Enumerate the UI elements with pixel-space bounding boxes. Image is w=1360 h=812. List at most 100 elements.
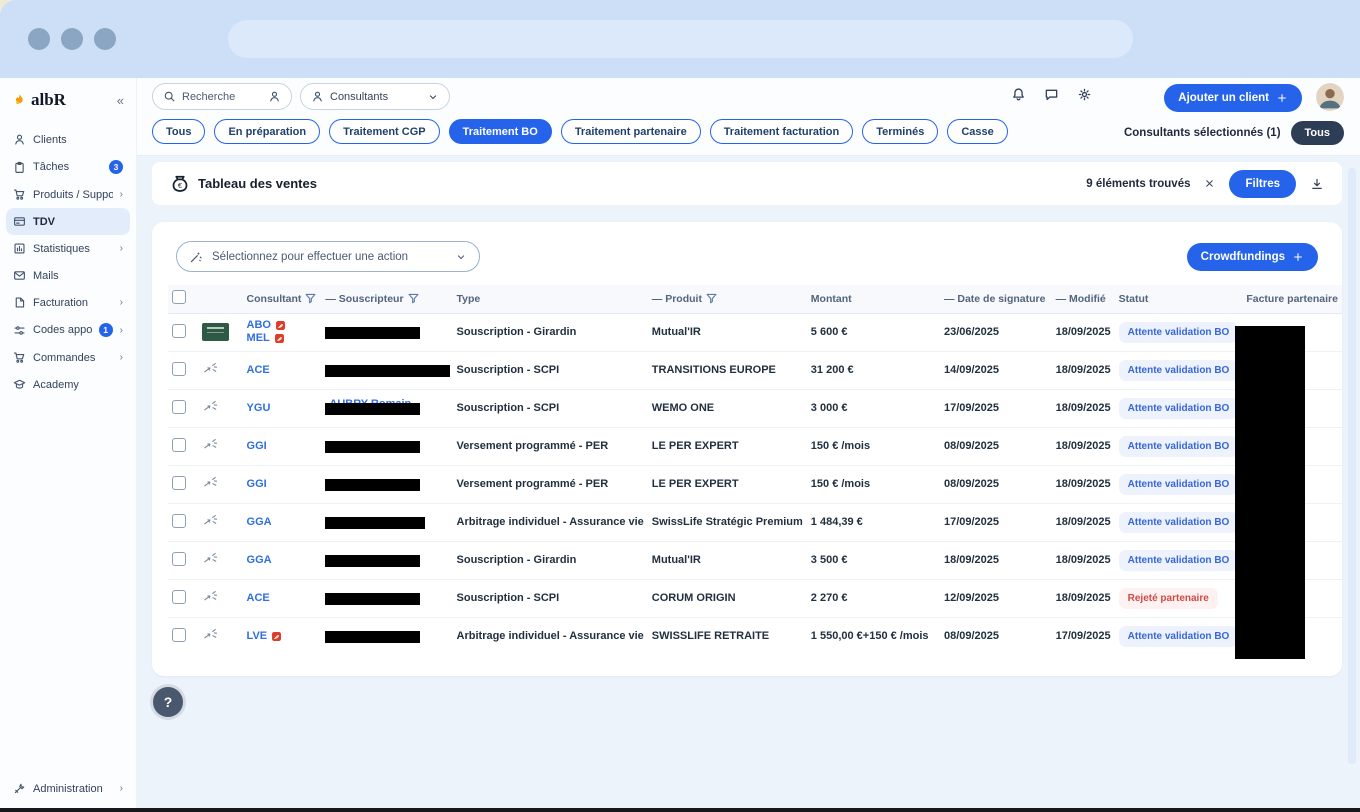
window-controls[interactable]: [28, 28, 116, 50]
produit-cell: WEMO ONE: [648, 389, 807, 427]
consultant-code-link[interactable]: GGI: [247, 478, 318, 491]
row-checkbox[interactable]: [172, 514, 186, 528]
filter-funnel-icon[interactable]: [705, 292, 718, 305]
scope-select[interactable]: Consultants: [300, 83, 450, 110]
column-header-consultant[interactable]: Consultant: [243, 285, 322, 313]
sidebar-item-administration[interactable]: Administration ›: [6, 775, 130, 802]
row-checkbox[interactable]: [172, 324, 186, 338]
download-icon[interactable]: [1310, 177, 1324, 191]
selected-all-button[interactable]: Tous: [1291, 121, 1344, 145]
montant-cell: 150 € /mois: [807, 427, 940, 465]
column-header-produit[interactable]: — Produit: [648, 285, 807, 313]
produit-cell: LE PER EXPERT: [648, 465, 807, 503]
search-box[interactable]: [152, 83, 292, 110]
filter-funnel-icon[interactable]: [407, 292, 420, 305]
count-badge: 1: [99, 323, 113, 337]
sidebar-item-academy[interactable]: Academy: [6, 371, 130, 398]
sketch-avatar-icon: [202, 550, 220, 568]
type-cell: Arbitrage individuel - Assurance vie: [453, 503, 648, 541]
filters-button[interactable]: Filtres: [1229, 170, 1296, 198]
filter-tab-tous[interactable]: Tous: [152, 119, 205, 144]
consultant-code-link[interactable]: GGI: [247, 440, 318, 453]
app-logo[interactable]: albR «: [0, 78, 136, 120]
column-header-souscripteur[interactable]: — Souscripteur: [321, 285, 452, 313]
row-checkbox[interactable]: [172, 552, 186, 566]
window-control-dot[interactable]: [94, 28, 116, 50]
window-control-dot[interactable]: [28, 28, 50, 50]
table-row[interactable]: LVE Arbitrage individuel - Assurance vie…: [168, 617, 1342, 655]
chevron-right-icon: ›: [120, 297, 123, 308]
crowdfundings-button[interactable]: Crowdfundings: [1187, 243, 1318, 271]
sidebar-item-commandes[interactable]: Commandes ›: [6, 344, 130, 371]
sidebar-item-mails[interactable]: Mails: [6, 262, 130, 289]
row-checkbox[interactable]: [172, 476, 186, 490]
row-checkbox[interactable]: [172, 590, 186, 604]
clear-filters-icon[interactable]: [1204, 178, 1215, 189]
montant-cell: 2 270 €: [807, 579, 940, 617]
pdf-icon[interactable]: [275, 320, 286, 331]
consultant-code-link[interactable]: ACE: [247, 364, 318, 377]
consultant-code-link[interactable]: ABO: [247, 319, 318, 332]
table-row[interactable]: GGA Arbitrage individuel - Assurance vie…: [168, 503, 1342, 541]
row-checkbox[interactable]: [172, 362, 186, 376]
date-signature-cell: 08/09/2025: [940, 465, 1052, 503]
consultant-code-link[interactable]: GGA: [247, 554, 318, 567]
filter-tab-traitement-bo[interactable]: Traitement BO: [449, 119, 552, 144]
select-all-checkbox[interactable]: [172, 290, 186, 304]
sales-table-card: Sélectionnez pour effectuer une action C…: [152, 222, 1342, 676]
search-input[interactable]: [182, 91, 254, 103]
filter-tab-termin-s[interactable]: Terminés: [862, 119, 938, 144]
consultant-code-link[interactable]: GGA: [247, 516, 318, 529]
count-badge: 3: [109, 160, 123, 174]
pdf-icon[interactable]: [271, 631, 282, 642]
column-header-modifi-[interactable]: — Modifié: [1052, 285, 1115, 313]
browser-address-bar[interactable]: [228, 20, 1133, 58]
type-cell: Souscription - SCPI: [453, 351, 648, 389]
help-button[interactable]: ?: [153, 687, 183, 717]
modifie-cell: 18/09/2025: [1052, 465, 1115, 503]
modifie-cell: 18/09/2025: [1052, 579, 1115, 617]
table-row[interactable]: ACE Souscription - SCPI CORUM ORIGIN 2 2…: [168, 579, 1342, 617]
notifications-icon[interactable]: [1011, 87, 1026, 102]
window-control-dot[interactable]: [61, 28, 83, 50]
settings-icon[interactable]: [1077, 87, 1092, 102]
filter-tab-traitement-partenaire[interactable]: Traitement partenaire: [561, 119, 701, 144]
table-row[interactable]: ACE Souscription - SCPI TRANSITIONS EURO…: [168, 351, 1342, 389]
sidebar-item-facturation[interactable]: Facturation ›: [6, 289, 130, 316]
column-header-date-de-signature[interactable]: — Date de signature: [940, 285, 1052, 313]
consultant-code-link[interactable]: MEL: [247, 332, 318, 345]
row-checkbox[interactable]: [172, 628, 186, 642]
user-avatar[interactable]: [1316, 83, 1344, 111]
table-row[interactable]: GGI Versement programmé - PER LE PER EXP…: [168, 427, 1342, 465]
pdf-icon[interactable]: [274, 333, 285, 344]
magic-wand-icon: [189, 250, 203, 264]
filter-tab-traitement-facturation[interactable]: Traitement facturation: [710, 119, 854, 144]
scrollbar[interactable]: [1348, 168, 1356, 764]
bulk-action-select[interactable]: Sélectionnez pour effectuer une action: [176, 241, 480, 272]
sidebar-item-codes-apporte-[interactable]: Codes apporte... 1 ›: [6, 316, 130, 344]
table-row[interactable]: GGA Souscription - Girardin Mutual'IR 3 …: [168, 541, 1342, 579]
row-checkbox[interactable]: [172, 438, 186, 452]
filter-tab-en-pr-paration[interactable]: En préparation: [214, 119, 320, 144]
consultant-code-link[interactable]: YGU: [247, 402, 318, 415]
chevron-down-icon: [427, 91, 439, 103]
filter-tab-traitement-cgp[interactable]: Traitement CGP: [329, 119, 440, 144]
table-row[interactable]: YGU AUBRY Romain Souscription - SCPI WEM…: [168, 389, 1342, 427]
table-row[interactable]: GGI Versement programmé - PER LE PER EXP…: [168, 465, 1342, 503]
sidebar-item-produits-supports[interactable]: Produits / Supports ›: [6, 181, 130, 208]
filter-tab-casse[interactable]: Casse: [947, 119, 1007, 144]
messages-icon[interactable]: [1044, 87, 1059, 102]
sidebar-item-clients[interactable]: Clients: [6, 126, 130, 153]
sidebar-item-t-ches[interactable]: Tâches 3: [6, 153, 130, 181]
add-client-button[interactable]: Ajouter un client: [1164, 84, 1302, 112]
consultant-code-link[interactable]: ACE: [247, 592, 318, 605]
sidebar-item-statistiques[interactable]: Statistiques ›: [6, 235, 130, 262]
filter-funnel-icon[interactable]: [304, 292, 317, 305]
sidebar-collapse-button[interactable]: «: [117, 93, 124, 108]
sidebar-item-tdv[interactable]: TDV: [6, 208, 130, 235]
consultant-code-link[interactable]: LVE: [247, 630, 318, 643]
type-cell: Souscription - Girardin: [453, 541, 648, 579]
row-checkbox[interactable]: [172, 400, 186, 414]
chevron-right-icon: ›: [120, 189, 123, 200]
table-row[interactable]: ABOMEL Souscription - Girardin Mutual'IR…: [168, 313, 1342, 351]
